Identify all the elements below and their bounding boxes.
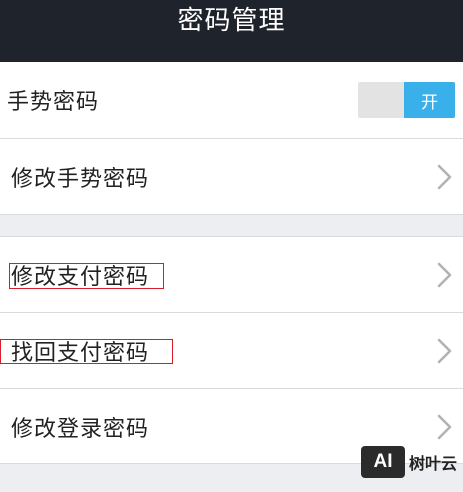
chevron-right-icon <box>437 262 452 287</box>
change-gesture-password-row[interactable]: 修改手势密码 <box>0 139 463 215</box>
gesture-password-label: 手势密码 <box>7 90 100 115</box>
recover-payment-password-label: 找回支付密码 <box>11 340 150 366</box>
section-gap <box>0 214 463 237</box>
toggle-on-label: 开 <box>421 92 438 113</box>
watermark: AI 树叶云 <box>360 446 457 478</box>
toggle-knob: 开 <box>404 82 455 118</box>
watermark-text: 树叶云 <box>408 454 457 473</box>
recover-payment-password-row[interactable]: 找回支付密码 <box>0 313 463 389</box>
watermark-logo: AI <box>360 446 405 478</box>
chevron-right-icon <box>437 338 452 363</box>
change-payment-password-row[interactable]: 修改支付密码 <box>0 237 463 313</box>
change-payment-password-label: 修改支付密码 <box>11 264 150 290</box>
gesture-password-toggle[interactable]: 开 <box>358 82 455 118</box>
chevron-right-icon <box>437 414 452 439</box>
watermark-logo-text: AI <box>373 451 393 472</box>
chevron-right-icon <box>437 164 452 190</box>
page-title: 密码管理 <box>177 6 286 36</box>
change-gesture-password-label: 修改手势密码 <box>11 167 150 192</box>
change-login-password-label: 修改登录密码 <box>11 416 150 442</box>
nav-bar: 密码管理 <box>0 0 463 62</box>
